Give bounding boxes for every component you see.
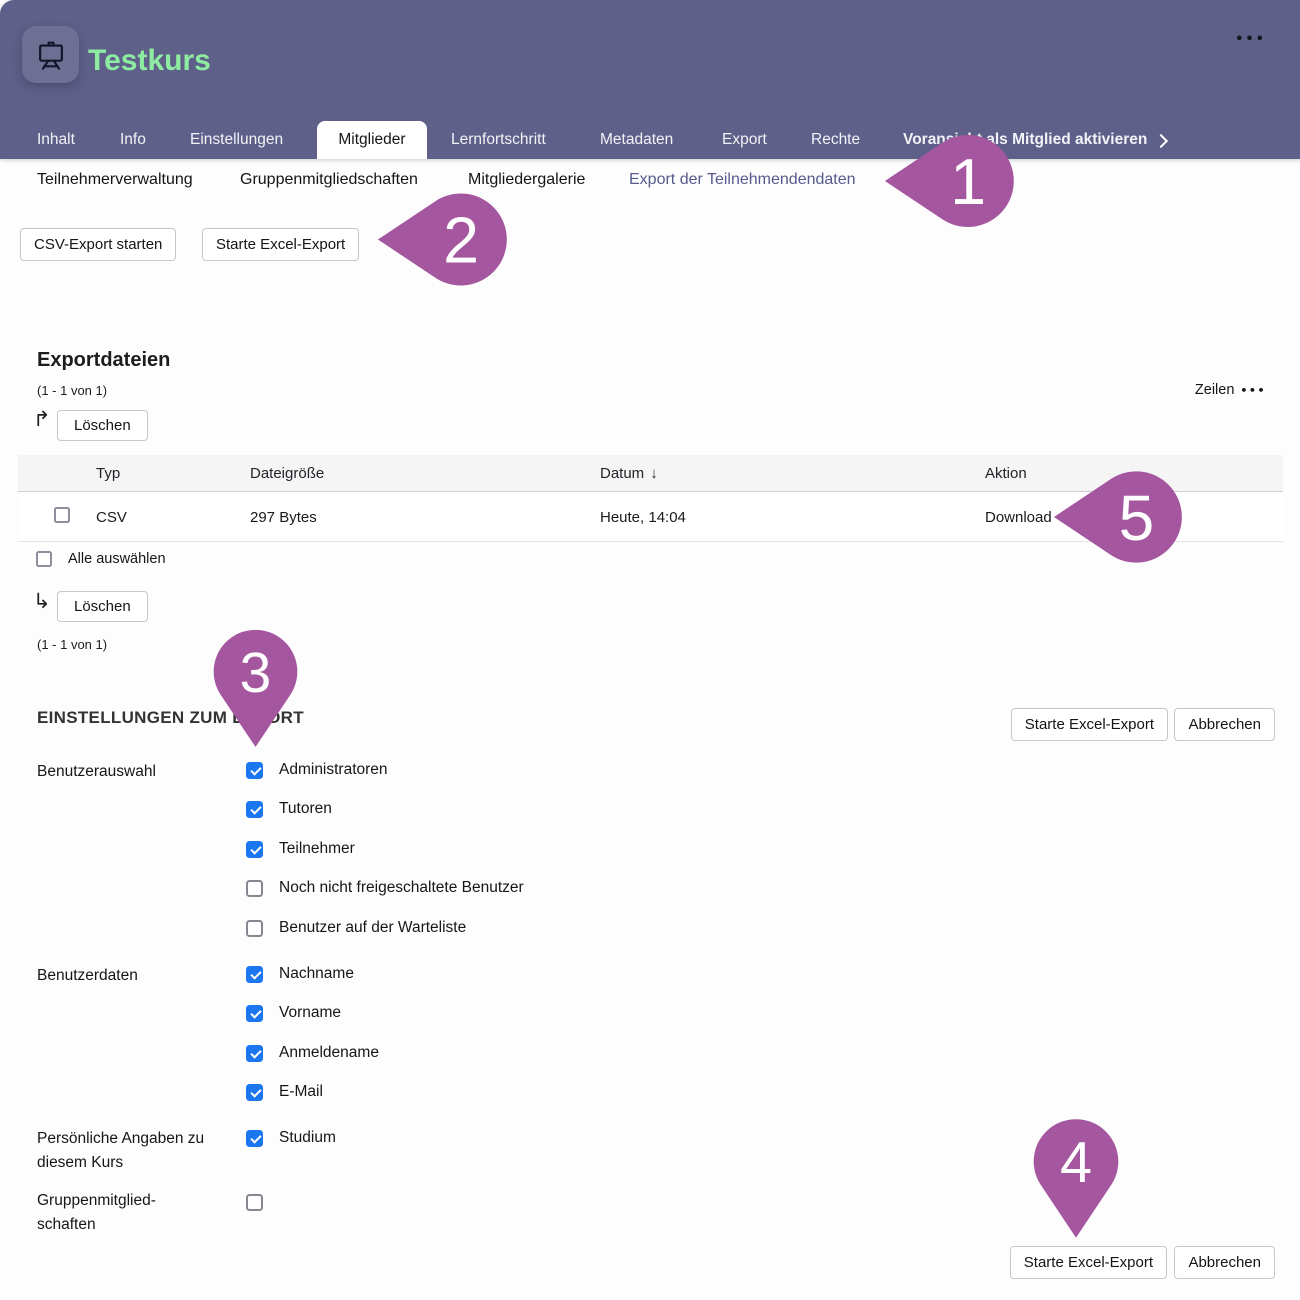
cancel-button-bottom[interactable]: Abbrechen [1174,1246,1275,1279]
checkbox-gruppenmitgliedschaften[interactable] [246,1194,263,1211]
select-all-checkbox[interactable] [36,551,52,567]
annotation-number: 2 [443,204,479,276]
tab-mitglieder-label: Mitglieder [338,131,405,148]
checkbox-warteliste[interactable] [246,920,263,937]
column-typ: Typ [96,465,250,482]
annotation-number: 3 [240,641,272,705]
option-nachname: Nachname [246,965,354,983]
option-label[interactable]: Noch nicht freigeschaltete Benutzer [279,879,524,897]
option-nicht-freigeschaltete: Noch nicht freigeschaltete Benutzer [246,879,524,897]
excel-export-button[interactable]: Starte Excel-Export [202,228,359,261]
checkbox-teilnehmer[interactable] [246,841,263,858]
tab-lernfortschritt[interactable]: Lernfortschritt [451,121,546,159]
subtab-export-teilnehmendendaten[interactable]: Export der Teilnehmendendaten [629,171,856,189]
tab-info[interactable]: Info [120,121,146,159]
tab-metadaten[interactable]: Metadaten [600,121,673,159]
option-label[interactable]: Vorname [279,1004,341,1022]
result-count-top: (1 - 1 von 1) [37,383,107,398]
cell-datum: Heute, 14:04 [600,509,985,526]
checkbox-administratoren[interactable] [246,762,263,779]
annotation-balloon-3: 3 [211,621,300,752]
excel-export-button-top[interactable]: Starte Excel-Export [1011,708,1168,741]
row-checkbox[interactable] [54,507,70,523]
main-tab-bar: Inhalt Info Einstellungen Mitglieder Ler… [0,121,1300,159]
course-banner: Testkurs ••• Inhalt Info Einstellungen M… [0,0,1300,159]
annotation-balloon-4: 4 [1031,1110,1121,1243]
settings-heading: EINSTELLUNGEN ZUM EXPORT [37,708,304,728]
group-label-benutzerdaten: Benutzerdaten [37,964,212,988]
checkbox-vorname[interactable] [246,1005,263,1022]
download-link[interactable]: Download [985,509,1052,526]
column-datum: Datum ↓ [600,465,985,482]
column-aktion: Aktion [985,465,1283,482]
delete-button-bottom[interactable]: Löschen [57,591,148,622]
cell-typ: CSV [96,509,250,526]
chevron-right-icon [1154,133,1168,147]
tab-rechte[interactable]: Rechte [811,121,860,159]
checkbox-anmeldename[interactable] [246,1045,263,1062]
subtab-gruppenmitgliedschaften[interactable]: Gruppenmitgliedschaften [240,171,418,189]
option-gruppenmitgliedschaften [246,1194,279,1211]
option-label[interactable]: Tutoren [279,800,332,818]
option-label[interactable]: Studium [279,1129,336,1147]
export-files-table-header: Typ Dateigröße Datum ↓ Aktion [18,455,1283,492]
tab-mitglieder[interactable]: Mitglieder [317,121,427,159]
checkbox-nachname[interactable] [246,966,263,983]
ellipsis-menu-icon: ••• [1240,384,1266,397]
tab-export[interactable]: Export [722,121,767,159]
tab-voransicht-aktivieren[interactable]: Voransicht als Mitglied aktivieren [903,121,1166,159]
checkbox-tutoren[interactable] [246,801,263,818]
course-icon-tile [22,26,79,83]
checkbox-nicht-freigeschaltete[interactable] [246,880,263,897]
option-tutoren: Tutoren [246,800,332,818]
option-teilnehmer: Teilnehmer [246,840,355,858]
option-label[interactable]: Benutzer auf der Warteliste [279,919,466,937]
option-vorname: Vorname [246,1004,341,1022]
subtab-mitgliedergalerie[interactable]: Mitgliedergalerie [468,171,585,189]
course-page: Testkurs ••• Inhalt Info Einstellungen M… [0,0,1300,1300]
select-all-control: Alle auswählen [36,551,166,567]
group-label-gruppenmitgliedschaften: Gruppenmitglied-schaften [37,1189,212,1237]
option-label[interactable]: Anmeldename [279,1044,379,1062]
option-label[interactable]: Teilnehmer [279,840,355,858]
delete-button-top[interactable]: Löschen [57,410,148,441]
apply-to-selection-up-icon: ↱ [33,409,51,430]
apply-to-selection-down-icon: ↳ [33,591,51,612]
option-anmeldename: Anmeldename [246,1044,379,1062]
subtab-teilnehmerverwaltung[interactable]: Teilnehmerverwaltung [37,171,193,189]
cancel-button-top[interactable]: Abbrechen [1174,708,1275,741]
cell-size: 297 Bytes [250,509,600,526]
annotation-balloon-2: 2 [376,188,513,291]
result-count-bottom: (1 - 1 von 1) [37,637,107,652]
option-studium: Studium [246,1129,336,1147]
rows-label: Zeilen [1195,382,1235,398]
csv-export-button[interactable]: CSV-Export starten [20,228,176,261]
column-dateigroesse: Dateigröße [250,465,600,482]
tab-voransicht-label: Voransicht als Mitglied aktivieren [903,121,1147,159]
annotation-number: 4 [1060,1131,1092,1195]
option-administratoren: Administratoren [246,761,388,779]
easel-blackboard-icon [34,38,68,72]
option-label[interactable]: E-Mail [279,1083,323,1101]
option-email: E-Mail [246,1083,323,1101]
rows-dropdown[interactable]: Zeilen ••• [1195,382,1266,398]
course-title: Testkurs [88,44,211,78]
exportdateien-heading: Exportdateien [37,349,170,372]
checkbox-email[interactable] [246,1084,263,1101]
option-label[interactable]: Nachname [279,965,354,983]
excel-export-button-bottom[interactable]: Starte Excel-Export [1010,1246,1167,1279]
group-label-persoenliche-angaben: Persönliche Angaben zu diesem Kurs [37,1127,212,1175]
group-label-benutzerauswahl: Benutzerauswahl [37,760,212,784]
option-warteliste: Benutzer auf der Warteliste [246,919,466,937]
option-label[interactable]: Administratoren [279,761,388,779]
export-file-row: CSV 297 Bytes Heute, 14:04 Download [18,493,1283,542]
column-datum-label[interactable]: Datum [600,465,644,482]
ellipsis-menu-icon[interactable]: ••• [1235,32,1266,47]
tab-inhalt[interactable]: Inhalt [37,121,75,159]
sort-descending-icon[interactable]: ↓ [650,465,658,482]
tab-einstellungen[interactable]: Einstellungen [190,121,283,159]
select-all-label[interactable]: Alle auswählen [68,551,166,567]
checkbox-studium[interactable] [246,1130,263,1147]
